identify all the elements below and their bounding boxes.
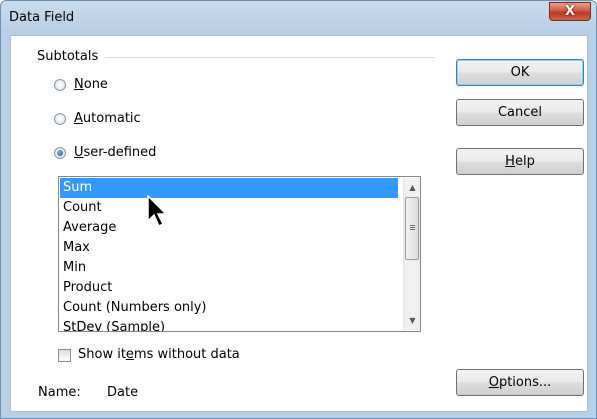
- title-bar[interactable]: Data Field X: [1, 1, 596, 35]
- name-label: Name:: [38, 385, 81, 400]
- subtotals-label: Subtotals: [37, 49, 99, 64]
- radio-automatic-label: Automatic: [74, 111, 141, 126]
- close-button[interactable]: X: [549, 2, 591, 21]
- ok-button[interactable]: OK: [456, 59, 584, 86]
- function-listbox[interactable]: Sum Count Average Max Min Product Count …: [58, 176, 421, 332]
- radio-user-defined[interactable]: User-defined: [54, 144, 254, 164]
- list-item[interactable]: Count (Numbers only): [60, 298, 398, 318]
- name-value: Date: [107, 385, 139, 400]
- grip-line: [410, 227, 415, 228]
- scroll-up-arrow-icon[interactable]: ▲: [404, 179, 420, 196]
- list-item[interactable]: Product: [60, 278, 398, 298]
- list-item[interactable]: Min: [60, 258, 398, 278]
- radio-automatic[interactable]: Automatic: [54, 110, 254, 130]
- radio-user-defined-circle[interactable]: [54, 147, 66, 159]
- radio-selected-dot: [57, 150, 63, 156]
- options-button[interactable]: Options...: [456, 369, 584, 396]
- window-title: Data Field: [9, 10, 75, 25]
- radio-none-circle[interactable]: [54, 79, 66, 91]
- help-button[interactable]: Help: [456, 148, 584, 175]
- list-item[interactable]: Sum: [60, 178, 398, 198]
- dialog-body: Subtotals None Automatic User-defined Su…: [10, 35, 588, 412]
- list-scrollbar[interactable]: ▲ ▼: [403, 178, 420, 330]
- list-item[interactable]: Max: [60, 238, 398, 258]
- radio-none[interactable]: None: [54, 76, 254, 96]
- radio-user-defined-label: User-defined: [74, 145, 157, 160]
- scroll-down-arrow-icon[interactable]: ▼: [404, 312, 420, 329]
- grip-line: [410, 229, 415, 230]
- show-items-label[interactable]: Show items without data: [78, 347, 240, 362]
- scroll-thumb[interactable]: [405, 197, 419, 260]
- list-item[interactable]: Average: [60, 218, 398, 238]
- subtotals-divider: [105, 57, 435, 58]
- show-items-checkbox[interactable]: [58, 349, 71, 362]
- cancel-button[interactable]: Cancel: [456, 99, 584, 126]
- radio-automatic-circle[interactable]: [54, 113, 66, 125]
- list-item[interactable]: StDev (Sample): [60, 318, 398, 331]
- radio-none-label: None: [74, 77, 108, 92]
- data-field-dialog: Data Field X Subtotals None Automatic Us…: [0, 0, 597, 419]
- list-item[interactable]: Count: [60, 198, 398, 218]
- grip-line: [410, 225, 415, 226]
- close-icon: X: [564, 4, 576, 19]
- mouse-pointer-icon: [147, 195, 168, 228]
